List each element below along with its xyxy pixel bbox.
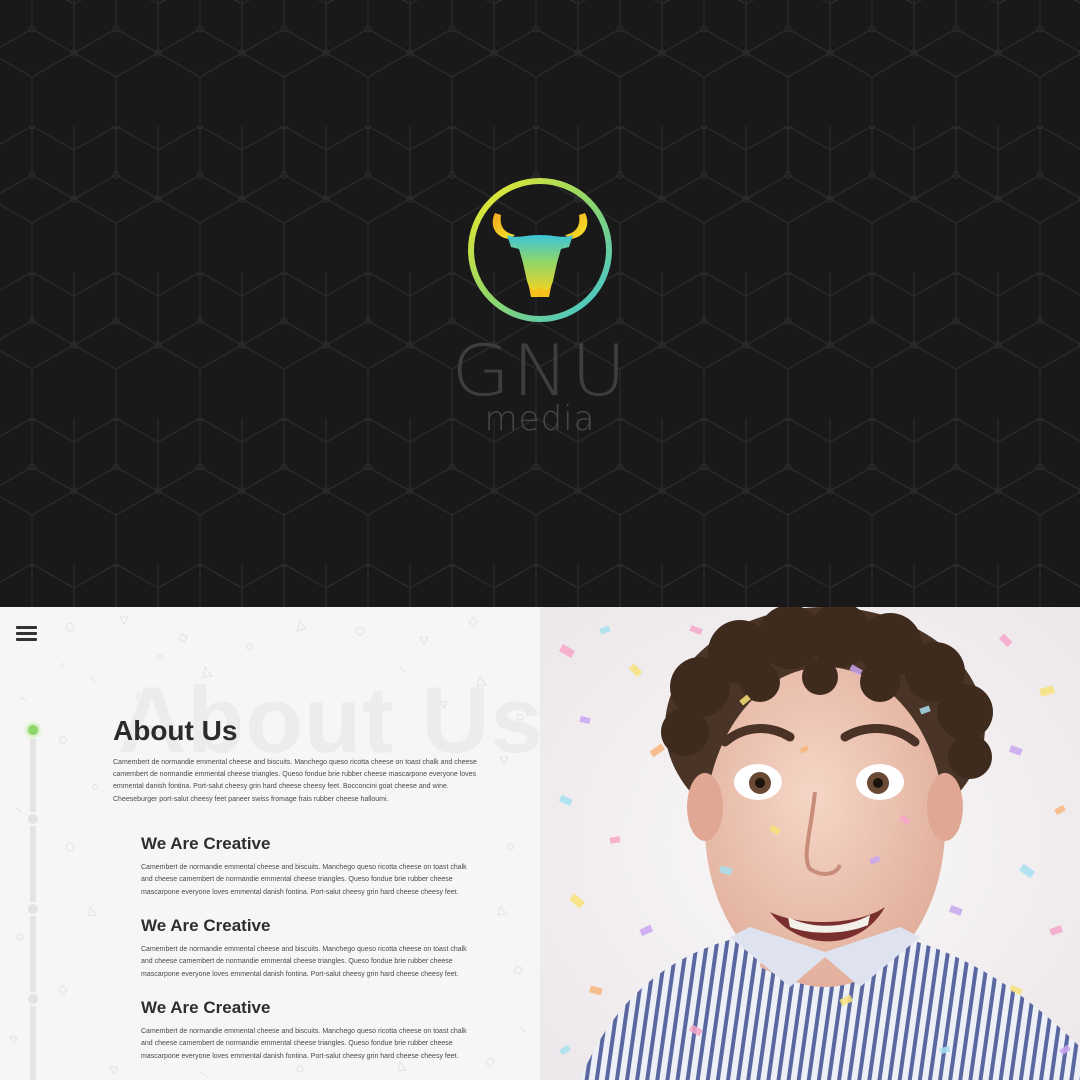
feature-item: We Are Creative Camembert de normandie e… (141, 835, 471, 899)
timeline-dot[interactable] (26, 812, 40, 826)
feature-item: We Are Creative Camembert de normandie e… (141, 917, 471, 981)
brand-name: GNU (451, 330, 629, 412)
hamburger-menu-icon[interactable] (16, 626, 37, 642)
timeline-dot-active[interactable] (26, 723, 40, 737)
hero-section: GNU media (0, 0, 1080, 607)
feature-title: We Are Creative (141, 916, 271, 935)
about-title: About Us (113, 715, 238, 746)
feature-item: We Are Creative Camembert de normandie e… (141, 999, 471, 1063)
hero-photo (540, 607, 1080, 1080)
bull-head-icon (468, 178, 612, 322)
timeline-dot[interactable] (26, 902, 40, 916)
brand-logo: GNU media (0, 0, 1080, 607)
about-section: About Us About Us Camembert de normandie… (0, 607, 540, 1080)
feature-text: Camembert de normandie emmental cheese a… (141, 946, 467, 978)
feature-text: Camembert de normandie emmental cheese a… (141, 864, 467, 896)
brand-subtitle: media (484, 399, 596, 439)
feature-title: We Are Creative (141, 998, 271, 1017)
timeline-dot[interactable] (26, 992, 40, 1006)
person-with-confetti-image (540, 607, 1080, 1080)
feature-text: Camembert de normandie emmental cheese a… (141, 1028, 467, 1060)
about-text: Camembert de normandie emmental cheese a… (113, 759, 477, 803)
feature-title: We Are Creative (141, 834, 271, 853)
